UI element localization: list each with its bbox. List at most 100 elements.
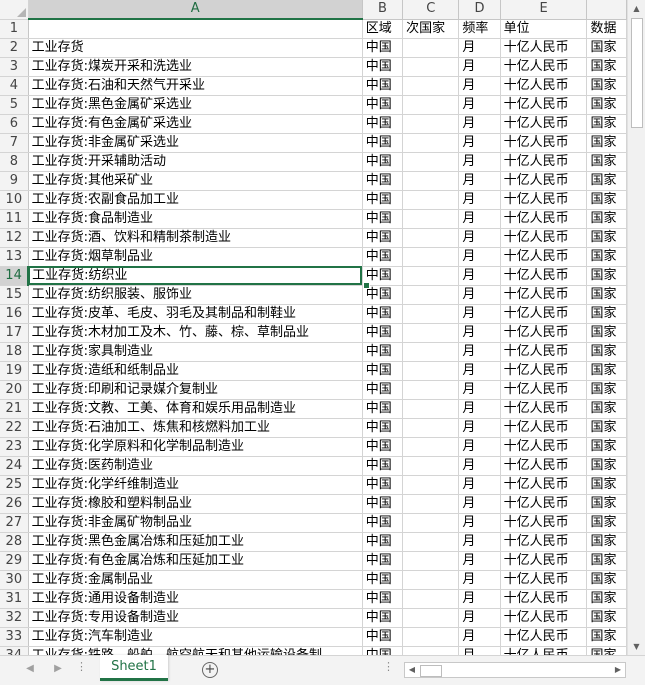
cell-e[interactable]: 十亿人民币 <box>500 570 588 590</box>
column-header-d[interactable]: D <box>458 0 501 20</box>
row-header[interactable]: 29 <box>0 551 29 571</box>
cell-e[interactable]: 十亿人民币 <box>500 456 588 476</box>
cell-a[interactable]: 工业存货:通用设备制造业 <box>28 589 363 609</box>
tab-prev-icon[interactable]: ◀ <box>22 663 38 674</box>
cell-d[interactable]: 月 <box>458 95 501 115</box>
cell-c[interactable] <box>402 608 460 628</box>
cell-c[interactable] <box>402 646 460 655</box>
cell-b[interactable]: 中国 <box>362 570 404 590</box>
row-header[interactable]: 22 <box>0 418 29 438</box>
cell-b[interactable]: 中国 <box>362 323 404 343</box>
cell-c[interactable] <box>402 57 460 77</box>
cell-c[interactable] <box>402 456 460 476</box>
cell-f[interactable]: 国家 <box>586 285 627 305</box>
cell-e[interactable]: 十亿人民币 <box>500 437 588 457</box>
cell-e[interactable]: 十亿人民币 <box>500 608 588 628</box>
cell-e[interactable]: 十亿人民币 <box>500 304 588 324</box>
row-header[interactable]: 16 <box>0 304 29 324</box>
select-all-button[interactable] <box>0 0 29 20</box>
sheet-tab-sheet1[interactable]: Sheet1 <box>100 655 168 681</box>
cell-a[interactable]: 工业存货 <box>28 38 363 58</box>
cell-b[interactable]: 中国 <box>362 551 404 571</box>
cell-d[interactable]: 月 <box>458 285 501 305</box>
cell-f[interactable]: 国家 <box>586 323 627 343</box>
cell-d[interactable]: 月 <box>458 475 501 495</box>
cell-c[interactable] <box>402 323 460 343</box>
cell-e[interactable]: 十亿人民币 <box>500 361 588 381</box>
row-header[interactable]: 19 <box>0 361 29 381</box>
cell-b[interactable]: 中国 <box>362 247 404 267</box>
cell-c[interactable] <box>402 342 460 362</box>
cell-f[interactable]: 国家 <box>586 266 627 286</box>
row-header[interactable]: 26 <box>0 494 29 514</box>
cell-c[interactable] <box>402 475 460 495</box>
row-header[interactable]: 32 <box>0 608 29 628</box>
cell-c[interactable] <box>402 266 460 286</box>
cell-f[interactable]: 国家 <box>586 380 627 400</box>
cell-c[interactable] <box>402 133 460 153</box>
cell-e[interactable]: 十亿人民币 <box>500 76 588 96</box>
cell-c[interactable] <box>402 152 460 172</box>
row-header[interactable]: 24 <box>0 456 29 476</box>
cell-b[interactable]: 中国 <box>362 133 404 153</box>
cell-d[interactable]: 月 <box>458 323 501 343</box>
cell-e[interactable]: 十亿人民币 <box>500 399 588 419</box>
cell-d[interactable]: 月 <box>458 114 501 134</box>
cell-d[interactable]: 月 <box>458 57 501 77</box>
add-sheet-icon[interactable]: + <box>202 662 218 678</box>
cell-b[interactable]: 中国 <box>362 532 404 552</box>
cell-e[interactable]: 十亿人民币 <box>500 646 588 655</box>
cell-d[interactable]: 月 <box>458 456 501 476</box>
row-header[interactable]: 1 <box>0 19 29 39</box>
scroll-up-icon[interactable]: ▲ <box>628 0 645 17</box>
cell-e[interactable]: 十亿人民币 <box>500 589 588 609</box>
scroll-down-icon[interactable]: ▼ <box>628 638 645 655</box>
row-header[interactable]: 23 <box>0 437 29 457</box>
cell-b[interactable]: 中国 <box>362 399 404 419</box>
cell-e[interactable]: 十亿人民币 <box>500 152 588 172</box>
cell-a[interactable]: 工业存货:医药制造业 <box>28 456 363 476</box>
row-header[interactable]: 13 <box>0 247 29 267</box>
row-header[interactable]: 14 <box>0 266 30 286</box>
cell-a[interactable]: 工业存货:印刷和记录媒介复制业 <box>28 380 363 400</box>
cell-f[interactable]: 国家 <box>586 646 627 655</box>
cell-f[interactable]: 国家 <box>586 475 627 495</box>
cell-c[interactable] <box>402 532 460 552</box>
cell-a[interactable]: 工业存货:农副食品加工业 <box>28 190 363 210</box>
cell-f[interactable]: 国家 <box>586 513 627 533</box>
row-header[interactable]: 28 <box>0 532 29 552</box>
cell-b[interactable]: 中国 <box>362 627 404 647</box>
cell-b[interactable]: 中国 <box>362 589 404 609</box>
cell-d[interactable]: 月 <box>458 418 501 438</box>
cell-a[interactable]: 工业存货:烟草制品业 <box>28 247 363 267</box>
cell-e[interactable]: 十亿人民币 <box>500 285 588 305</box>
scroll-left-icon[interactable]: ◀ <box>405 663 419 677</box>
cell-d[interactable]: 月 <box>458 627 501 647</box>
cell-e[interactable]: 十亿人民币 <box>500 209 588 229</box>
cell-e[interactable]: 十亿人民币 <box>500 133 588 153</box>
cell-e[interactable]: 十亿人民币 <box>500 247 588 267</box>
cell-b[interactable]: 中国 <box>362 171 404 191</box>
cell-b[interactable]: 中国 <box>362 475 404 495</box>
cell-b[interactable]: 中国 <box>362 646 404 655</box>
cell-f[interactable]: 国家 <box>586 190 627 210</box>
cell-a[interactable]: 工业存货:专用设备制造业 <box>28 608 363 628</box>
row-header[interactable]: 11 <box>0 209 29 229</box>
cell-b[interactable]: 区域 <box>362 19 404 39</box>
row-header[interactable]: 5 <box>0 95 29 115</box>
horizontal-scroll-thumb[interactable] <box>420 665 442 677</box>
cell-a[interactable]: 工业存货:纺织业 <box>28 266 363 286</box>
cell-c[interactable] <box>402 285 460 305</box>
cell-b[interactable]: 中国 <box>362 494 404 514</box>
cell-b[interactable]: 中国 <box>362 361 404 381</box>
cell-d[interactable]: 月 <box>458 190 501 210</box>
cell-e[interactable]: 十亿人民币 <box>500 380 588 400</box>
cell-a[interactable]: 工业存货:汽车制造业 <box>28 627 363 647</box>
cell-f[interactable]: 国家 <box>586 551 627 571</box>
cell-a[interactable]: 工业存货:皮革、毛皮、羽毛及其制品和制鞋业 <box>28 304 363 324</box>
row-header[interactable]: 10 <box>0 190 29 210</box>
cell-f[interactable]: 国家 <box>586 608 627 628</box>
row-header[interactable]: 6 <box>0 114 29 134</box>
cell-a[interactable]: 工业存货:酒、饮料和精制茶制造业 <box>28 228 363 248</box>
cell-b[interactable]: 中国 <box>362 608 404 628</box>
